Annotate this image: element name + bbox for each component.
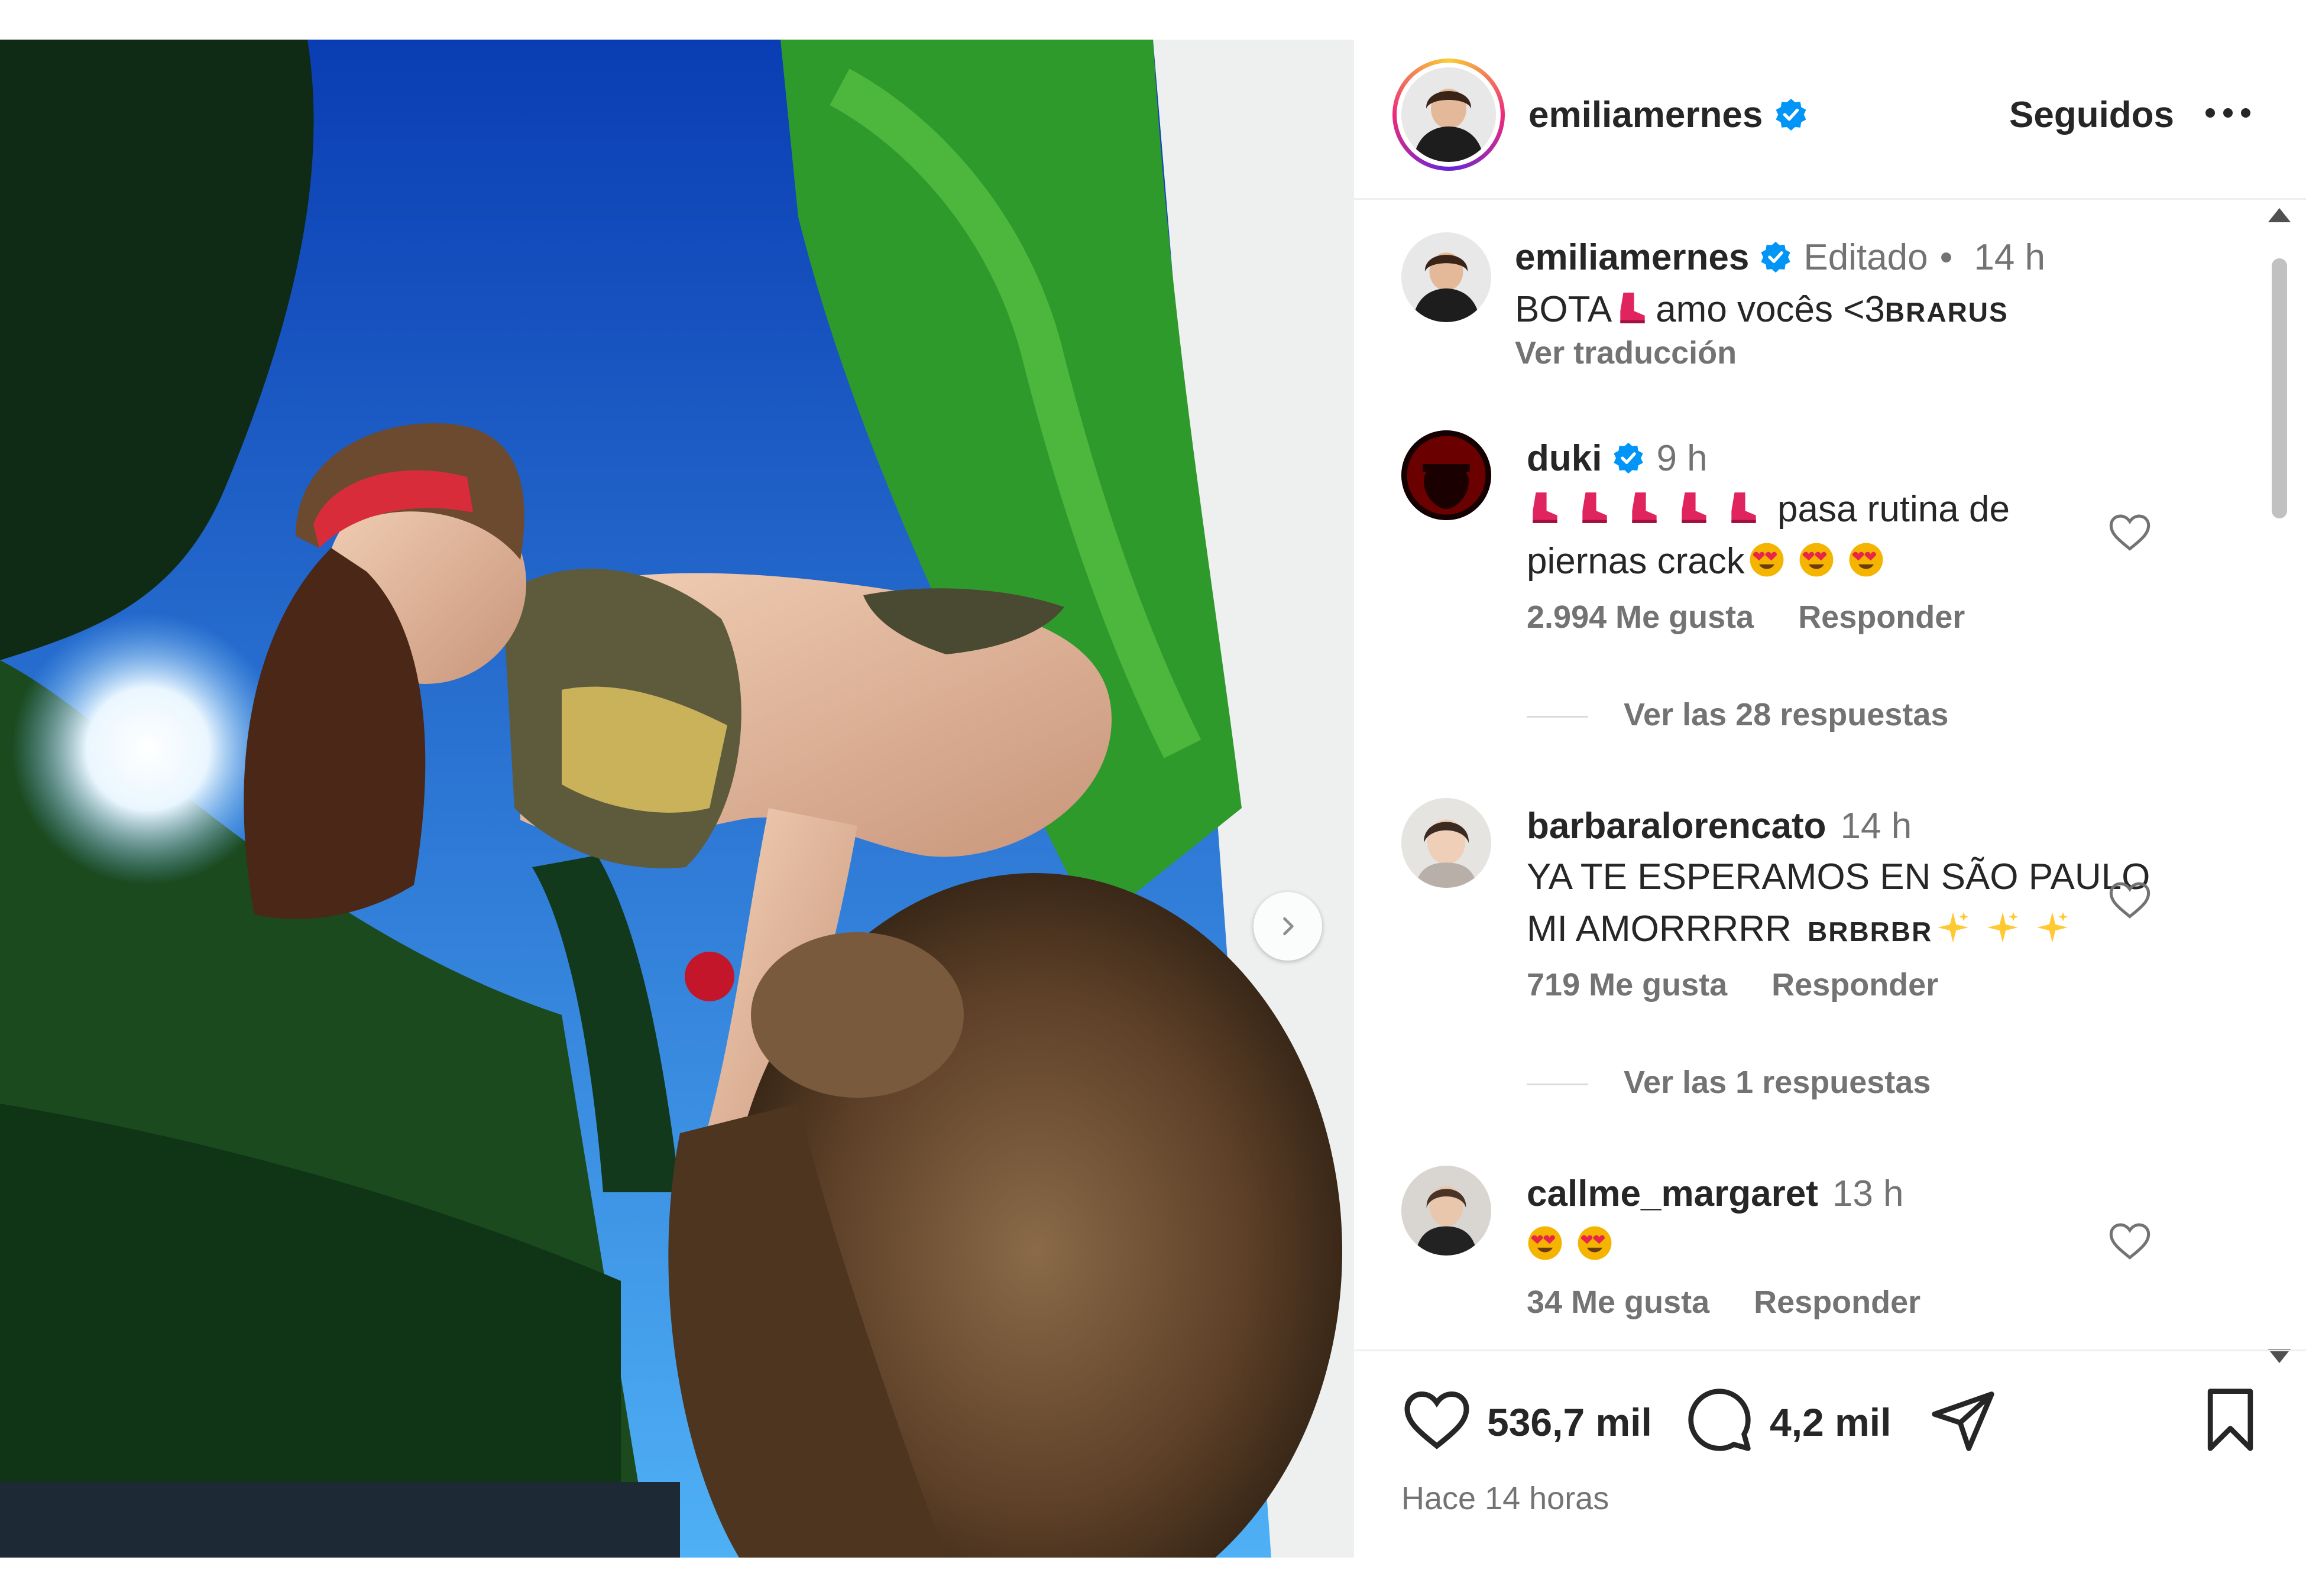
comment-text-line-2: MI AMORRRRR BRBRBR	[1527, 903, 2150, 958]
reply-button[interactable]: Responder	[1798, 599, 1965, 635]
replies-line	[1527, 716, 1588, 718]
comment-text-line-1: pasa rutina de	[1527, 484, 2010, 536]
owner-avatar-story-ring[interactable]	[1392, 59, 1505, 171]
comment-meta: 719 Me gusta Responder	[1527, 966, 1938, 1003]
boot-emoji-icon	[1582, 492, 1607, 523]
caption-header-row: emiliamernes Editado • 14 h	[1515, 231, 2045, 284]
comment-item: callme_margaret 13 h 34 Me gusta Respond…	[1354, 1166, 2241, 1350]
caption-username[interactable]: emiliamernes	[1515, 236, 1749, 278]
view-replies[interactable]: Ver las 1 respuestas	[1527, 1064, 1931, 1101]
comment-like-heart-icon[interactable]	[2107, 1220, 2152, 1261]
owner-avatar	[1401, 67, 1496, 162]
see-translation-link[interactable]: Ver traducción	[1515, 335, 1737, 371]
flag-emoji-text: BRARUS	[1884, 297, 2009, 327]
next-image-button[interactable]	[1254, 892, 1322, 961]
flag-emoji-text: BRBRBR	[1808, 916, 1933, 947]
comment-header: barbaralorencato 14 h	[1527, 799, 1912, 852]
comment-text-line-2: piernas crack	[1527, 536, 2010, 588]
like-count[interactable]: 536,7 mil	[1487, 1400, 1652, 1445]
comment-header: callme_margaret 13 h	[1527, 1167, 1904, 1220]
comment-time[interactable]: 9 h	[1656, 437, 1707, 479]
sparkles-emoji-icon	[1938, 912, 1969, 943]
verified-badge-icon	[1614, 442, 1644, 474]
boot-emoji-icon	[1533, 492, 1557, 523]
commenter-avatar[interactable]	[1401, 430, 1491, 520]
save-bookmark-icon[interactable]	[2201, 1386, 2260, 1454]
caption-text-bota: BOTA	[1515, 289, 1612, 330]
reply-button[interactable]: Responder	[1754, 1284, 1920, 1320]
comment-likes[interactable]: 719 Me gusta	[1527, 967, 1727, 1003]
comment-time[interactable]: 13 h	[1832, 1173, 1904, 1215]
comments-scroll-area[interactable]: emiliamernes Editado • 14 h BOTA amo você…	[1354, 200, 2306, 1350]
share-paper-plane-icon[interactable]	[1929, 1386, 1997, 1454]
verified-badge-icon	[1761, 241, 1790, 273]
boot-emoji-icon	[1731, 492, 1756, 523]
post-image	[0, 40, 1354, 1558]
verified-badge-icon	[1776, 99, 1806, 131]
commenter-username[interactable]: duki	[1527, 437, 1602, 479]
scrollbar-thumb[interactable]	[2272, 258, 2287, 518]
post-timestamp[interactable]: Hace 14 horas	[1401, 1480, 1609, 1517]
heart-eyes-emoji-icon	[1528, 1226, 1562, 1260]
separator-dot: •	[1939, 236, 1953, 278]
like-heart-icon[interactable]	[1401, 1387, 1472, 1452]
commenter-username[interactable]: barbaralorencato	[1527, 805, 1826, 847]
comment-likes[interactable]: 34 Me gusta	[1527, 1284, 1709, 1320]
commenter-avatar[interactable]	[1401, 798, 1491, 888]
heart-eyes-emoji-icon	[1750, 543, 1784, 577]
sparkles-emoji-icon	[2037, 912, 2068, 943]
more-horizontal-icon[interactable]	[2204, 106, 2252, 120]
comment-text-part: piernas crack	[1527, 541, 1745, 582]
caption-avatar[interactable]	[1401, 232, 1491, 322]
comment-likes[interactable]: 2.994 Me gusta	[1527, 599, 1754, 635]
comment-item: duki 9 h pasa rutina de piernas crack 2.…	[1354, 430, 2241, 761]
comment-text: pasa rutina de piernas crack	[1527, 484, 2010, 588]
comment-text	[1527, 1219, 1626, 1271]
comment-meta: 34 Me gusta Responder	[1527, 1284, 1920, 1321]
owner-username[interactable]: emiliamernes	[1528, 94, 1763, 136]
comment-text-line-1: YA TE ESPERAMOS EN SÃO PAULO	[1527, 857, 2150, 897]
view-replies-label[interactable]: Ver las 28 respuestas	[1624, 697, 1948, 732]
comment-meta: 2.994 Me gusta Responder	[1527, 599, 1965, 635]
caption-text-main: amo vocês <3	[1656, 289, 1885, 330]
caption-block: emiliamernes Editado • 14 h BOTA amo você…	[1354, 200, 2241, 377]
boot-emoji-icon	[1632, 492, 1657, 523]
comment-text-part: pasa rutina de	[1777, 489, 2010, 530]
caption-time[interactable]: 14 h	[1974, 236, 2045, 278]
heart-eyes-emoji-icon	[1799, 543, 1834, 577]
view-replies[interactable]: Ver las 28 respuestas	[1527, 696, 1948, 733]
following-button[interactable]: Seguidos	[2009, 94, 2174, 136]
heart-eyes-emoji-icon	[1849, 543, 1883, 577]
commenter-username[interactable]: callme_margaret	[1527, 1173, 1818, 1215]
post-actions-bar: 536,7 mil 4,2 mil Hace 14 horas	[1354, 1351, 2306, 1558]
boot-emoji-icon	[1620, 293, 1645, 323]
post-photo[interactable]	[0, 40, 1354, 1558]
chevron-right-icon	[1283, 917, 1294, 936]
comment-text: YA TE ESPERAMOS EN SÃO PAULO MI AMORRRRR…	[1527, 851, 2150, 958]
sparkles-emoji-icon	[1987, 912, 2019, 943]
reply-button[interactable]: Responder	[1771, 967, 1938, 1003]
comment-item: barbaralorencato 14 h YA TE ESPERAMOS EN…	[1354, 798, 2241, 1129]
commenter-avatar[interactable]	[1401, 1166, 1491, 1256]
edited-label: Editado	[1803, 236, 1928, 278]
post-header: emiliamernes Seguidos	[1354, 40, 2306, 199]
boot-emoji-icon	[1682, 492, 1706, 523]
scroll-up-arrow-icon[interactable]	[2265, 205, 2294, 225]
comment-text-part: MI AMORRRRR	[1527, 909, 1792, 949]
comment-count[interactable]: 4,2 mil	[1770, 1400, 1891, 1445]
comment-header: duki 9 h	[1527, 432, 1708, 485]
comment-like-heart-icon[interactable]	[2107, 879, 2152, 920]
owner-username-row: emiliamernes	[1528, 88, 1809, 141]
post-side-panel: emiliamernes Seguidos emiliamernes Edita…	[1354, 40, 2306, 1558]
replies-line	[1527, 1084, 1588, 1086]
comment-time[interactable]: 14 h	[1841, 805, 1912, 847]
comment-like-heart-icon[interactable]	[2107, 511, 2152, 553]
view-replies-label[interactable]: Ver las 1 respuestas	[1624, 1065, 1931, 1100]
caption-text: BOTA amo vocês <3BRARUS	[1515, 284, 2009, 338]
heart-eyes-emoji-icon	[1578, 1226, 1612, 1260]
comment-bubble-icon[interactable]	[1685, 1386, 1754, 1454]
